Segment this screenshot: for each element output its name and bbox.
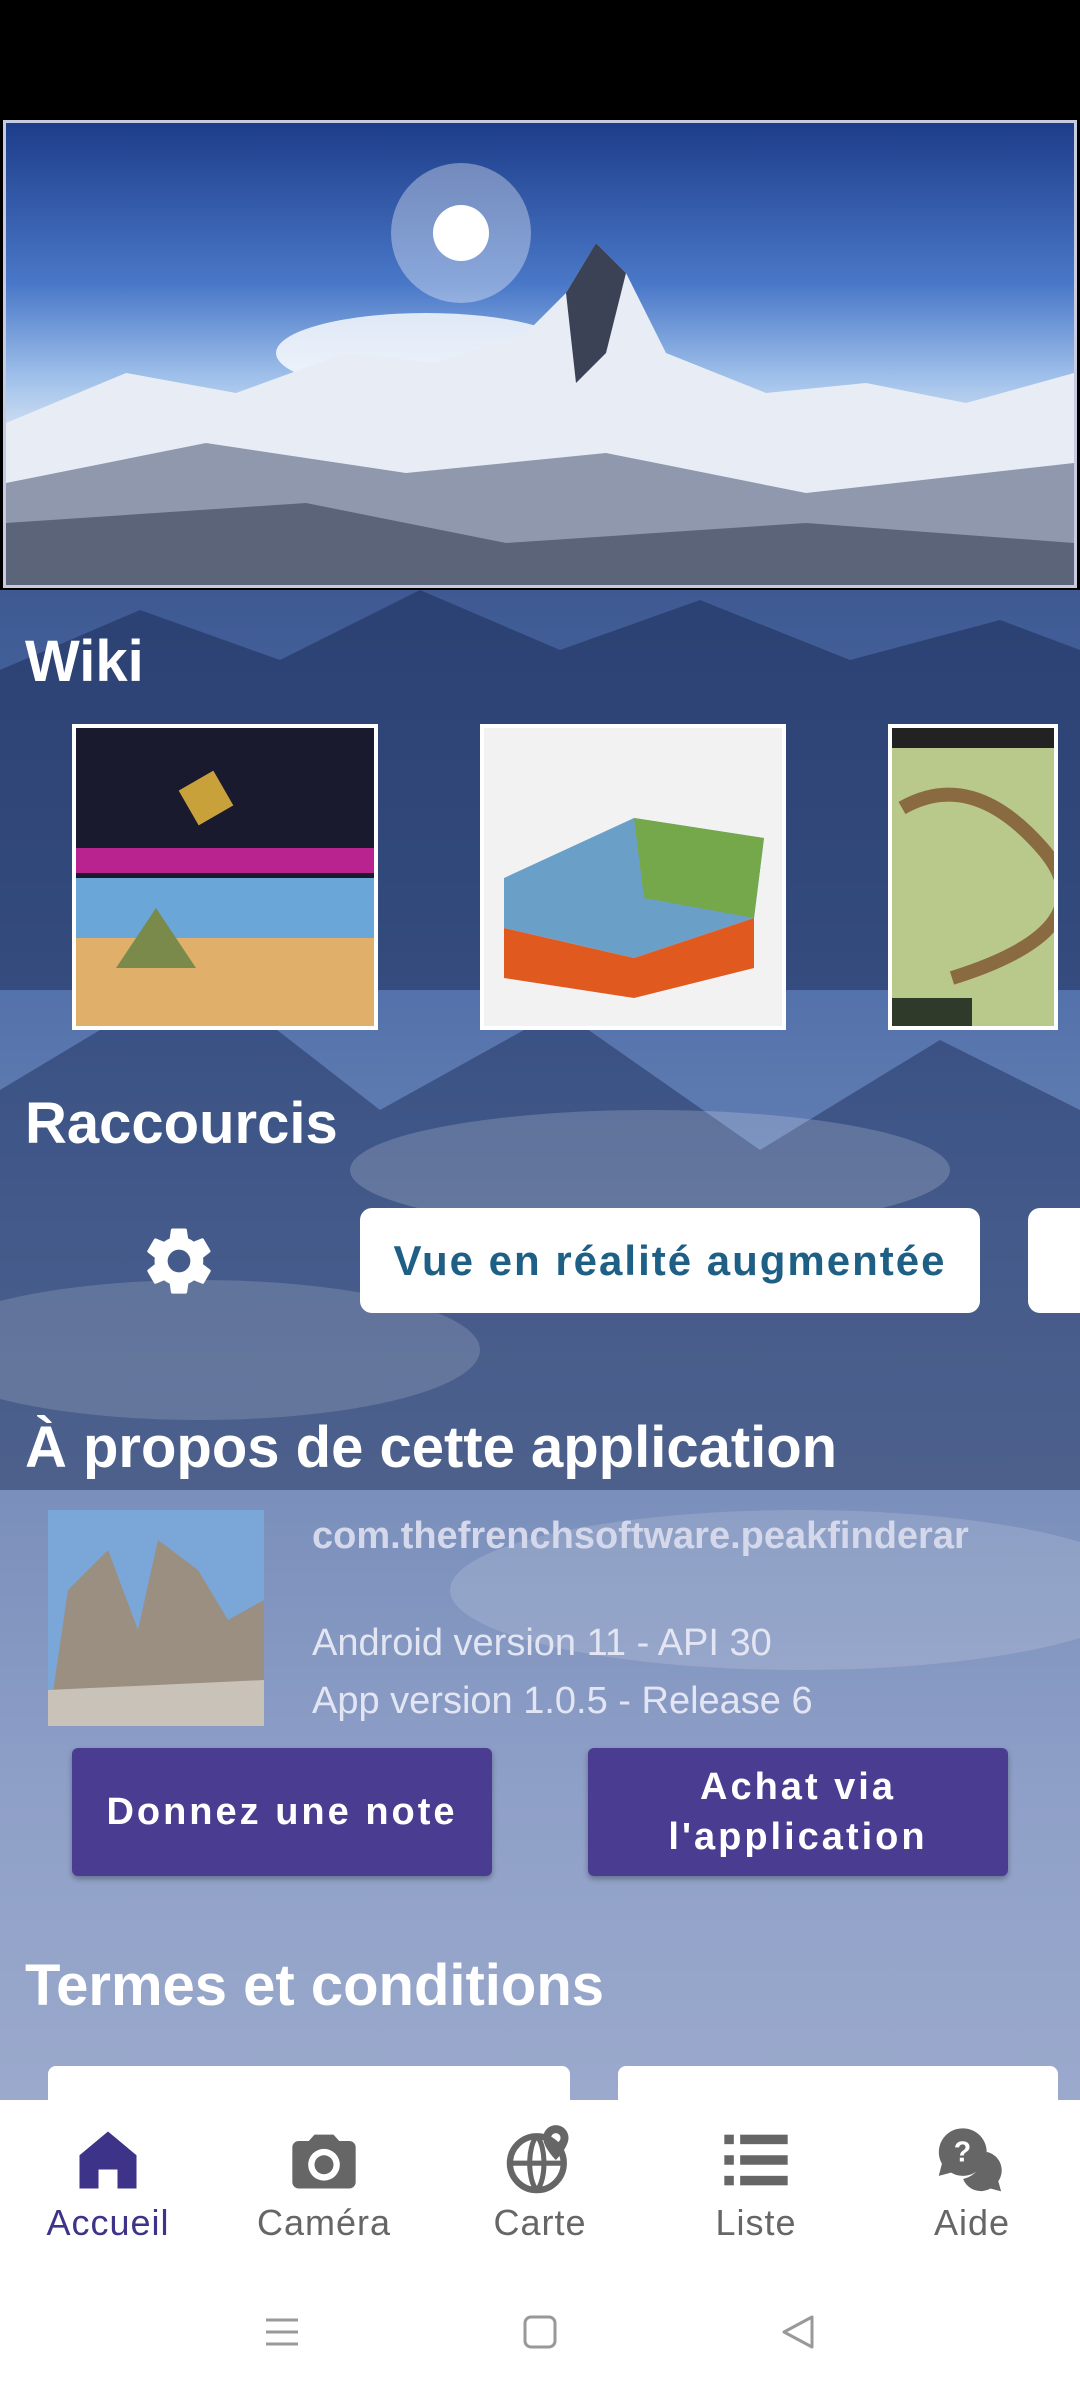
system-navigation-bar — [0, 2270, 1080, 2400]
nav-list[interactable]: Liste — [648, 2100, 864, 2270]
wiki-card-topographic-map[interactable] — [888, 724, 1058, 1030]
app-thumbnail-image — [48, 1510, 264, 1726]
next-shortcut-button[interactable] — [1028, 1208, 1080, 1313]
help-chat-icon: ? — [938, 2128, 1002, 2192]
ar-view-shortcut-button[interactable]: Vue en réalité augmentée — [360, 1208, 980, 1313]
recents-menu-icon[interactable] — [262, 2312, 302, 2352]
hero-mountain-image — [3, 120, 1077, 588]
bottom-navigation: Accueil Caméra Carte Liste ? Aide — [0, 2100, 1080, 2270]
status-bar — [0, 0, 1080, 118]
rate-app-button[interactable]: Donnez une note — [72, 1748, 492, 1876]
nav-list-label: Liste — [715, 2202, 797, 2243]
app-version-text: App version 1.0.5 - Release 6 — [312, 1680, 813, 1722]
globe-pin-icon — [506, 2125, 569, 2194]
camera-icon — [292, 2134, 356, 2189]
nav-camera-label: Caméra — [256, 2202, 392, 2243]
home-icon — [79, 2131, 137, 2189]
nav-home-label: Accueil — [46, 2202, 170, 2243]
wiki-card-satellite-altimetry[interactable] — [72, 724, 378, 1030]
about-section-title: À propos de cette application — [25, 1415, 838, 1480]
android-version-text: Android version 11 - API 30 — [312, 1622, 772, 1664]
home-square-icon[interactable] — [520, 2312, 560, 2352]
terms-section-title: Termes et conditions — [25, 1953, 605, 2018]
in-app-purchase-button[interactable]: Achat via l'application — [588, 1748, 1008, 1876]
wiki-section-title: Wiki — [25, 629, 144, 694]
back-triangle-icon[interactable] — [778, 2312, 818, 2352]
settings-gear-icon[interactable] — [140, 1222, 218, 1300]
nav-map-label: Carte — [493, 2202, 587, 2243]
app-package-name: com.thefrenchsoftware.peakfinderar — [312, 1515, 969, 1557]
nav-help-label: Aide — [933, 2202, 1011, 2243]
shortcuts-section-title: Raccourcis — [25, 1091, 338, 1156]
wiki-card-plate-tectonics[interactable] — [480, 724, 786, 1030]
svg-text:?: ? — [954, 2137, 971, 2169]
nav-home[interactable]: Accueil — [0, 2100, 216, 2270]
nav-map[interactable]: Carte — [432, 2100, 648, 2270]
nav-help[interactable]: ? Aide — [864, 2100, 1080, 2270]
nav-camera[interactable]: Caméra — [216, 2100, 432, 2270]
list-icon — [724, 2134, 788, 2186]
